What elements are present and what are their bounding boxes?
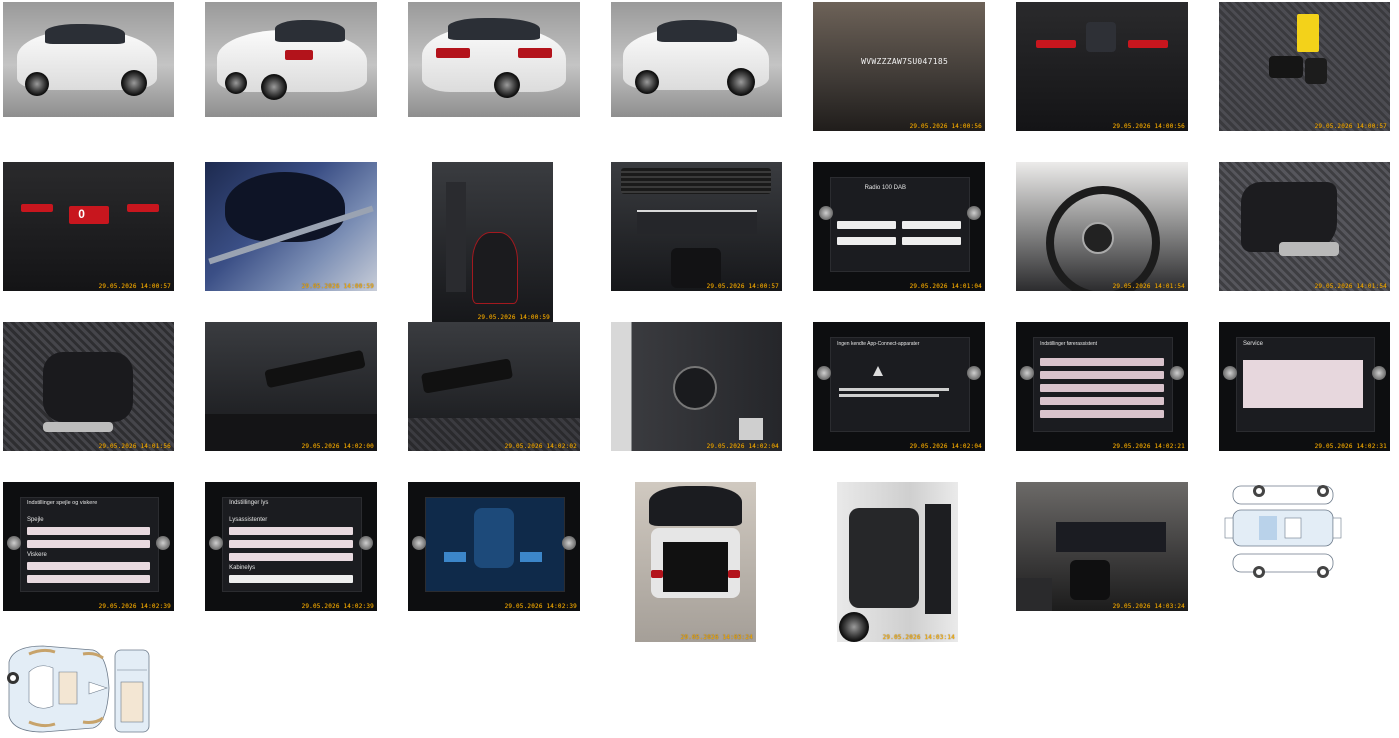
photo-stalk-right[interactable]: 29.05.2026 14:02:00 — [205, 322, 377, 451]
photo-climate-control[interactable]: 29.05.2026 14:00:57 — [611, 162, 782, 291]
photo-timestamp: 29.05.2026 14:03:24 — [1112, 603, 1185, 610]
photo-stalk-left[interactable]: 29.05.2026 14:02:02 — [408, 322, 580, 451]
photo-dashboard-overview[interactable]: 29.05.2026 14:03:24 — [1016, 482, 1188, 611]
photo-timestamp: 29.05.2026 14:02:31 — [1314, 443, 1387, 450]
photo-timestamp: 29.05.2026 14:00:56 — [909, 123, 982, 130]
screen-subheading: Viskere — [26, 551, 47, 558]
photo-timestamp: 29.05.2026 14:01:04 — [909, 283, 982, 290]
vin-text: WVWZZZAW7SU047185 — [861, 57, 949, 67]
photo-timestamp: 29.05.2026 14:02:04 — [706, 443, 779, 450]
photo-timestamp: 29.05.2026 14:03:24 — [680, 634, 753, 641]
photo-front-left[interactable] — [3, 2, 174, 117]
car-outline-icon — [1224, 485, 1342, 578]
photo-headliner-mirror[interactable]: 29.05.2026 14:00:59 — [205, 162, 377, 291]
photo-timestamp: 29.05.2026 14:02:02 — [504, 443, 577, 450]
photo-front-right[interactable] — [611, 2, 782, 117]
photo-rear[interactable] — [408, 2, 580, 117]
screen-title: Radio 100 DAB — [864, 185, 906, 192]
photo-timestamp: 29.05.2026 14:02:39 — [98, 603, 171, 610]
screen-subheading: Lysassistenter — [229, 516, 268, 523]
screen-subheading: Spejle — [26, 516, 44, 523]
cluster-speed: 0 — [78, 207, 85, 222]
damage-diagram-interior[interactable] — [3, 642, 153, 736]
photo-timestamp: 29.05.2026 14:02:04 — [909, 443, 982, 450]
photo-gear-selector[interactable]: 29.05.2026 14:00:59 — [432, 162, 553, 322]
photo-wheel-left-buttons[interactable]: 29.05.2026 14:01:56 — [3, 322, 174, 451]
photo-timestamp: 29.05.2026 14:01:54 — [1314, 283, 1387, 290]
screen-title: Indstillinger førerassistent — [1040, 341, 1098, 348]
photo-keys[interactable]: 29.05.2026 14:00:57 — [1219, 2, 1390, 131]
screen-subheading: Kabinelys — [229, 564, 256, 571]
screen-title: Indstillinger spejle og viskere — [26, 500, 98, 507]
screen-title: Indstillinger lys — [229, 500, 269, 507]
screen-title: Service — [1242, 341, 1263, 348]
photo-screen-climate[interactable]: 29.05.2026 14:02:39 — [408, 482, 580, 611]
photo-vin-windshield[interactable]: WVWZZZAW7SU047185 29.05.2026 14:00:56 — [813, 2, 985, 131]
photo-steering-wheel[interactable]: 29.05.2026 14:01:54 — [1016, 162, 1188, 291]
photo-timestamp: 29.05.2026 14:00:57 — [98, 283, 171, 290]
photo-timestamp: 29.05.2026 14:00:59 — [477, 314, 550, 321]
car-interior-outline-icon — [7, 645, 150, 733]
photo-light-switch[interactable]: 29.05.2026 14:02:04 — [611, 322, 782, 451]
photo-timestamp: 29.05.2026 14:02:21 — [1112, 443, 1185, 450]
photo-wheel-right-buttons[interactable]: 29.05.2026 14:01:54 — [1219, 162, 1390, 291]
damage-diagram-exterior[interactable] — [1219, 482, 1347, 580]
screen-title: Ingen kendte App-Connect-apparater — [837, 341, 920, 348]
photo-timestamp: 29.05.2026 14:00:59 — [301, 283, 374, 290]
photo-rear-left[interactable] — [205, 2, 377, 117]
photo-gallery: WVWZZZAW7SU047185 29.05.2026 14:00:56 29… — [0, 0, 1399, 738]
photo-instrument-cluster-top[interactable]: 29.05.2026 14:00:56 — [1016, 2, 1188, 131]
photo-timestamp: 29.05.2026 14:01:56 — [98, 443, 171, 450]
photo-screen-app-connect[interactable]: Ingen kendte App-Connect-apparater 29.05… — [813, 322, 985, 451]
photo-timestamp: 29.05.2026 14:00:56 — [1112, 123, 1185, 130]
photo-timestamp: 29.05.2026 14:02:39 — [301, 603, 374, 610]
photo-rear-seats[interactable]: 29.05.2026 14:03:14 — [837, 482, 958, 642]
photo-timestamp: 29.05.2026 14:03:14 — [882, 634, 955, 641]
photo-timestamp: 29.05.2026 14:02:39 — [504, 603, 577, 610]
photo-timestamp: 29.05.2026 14:00:57 — [1314, 123, 1387, 130]
photo-timestamp: 29.05.2026 14:02:00 — [301, 443, 374, 450]
photo-screen-mirrors[interactable]: Indstillinger spejle og viskere Spejle V… — [3, 482, 174, 611]
photo-screen-lights[interactable]: Indstillinger lys Lysassistenter Kabinel… — [205, 482, 377, 611]
photo-infotainment-radio[interactable]: Radio 100 DAB 29.05.2026 14:01:04 — [813, 162, 985, 291]
photo-timestamp: 29.05.2026 14:00:57 — [706, 283, 779, 290]
photo-instrument-cluster[interactable]: 0 29.05.2026 14:00:57 — [3, 162, 174, 291]
photo-screen-driver-assist[interactable]: Indstillinger førerassistent 29.05.2026 … — [1016, 322, 1188, 451]
photo-timestamp: 29.05.2026 14:01:54 — [1112, 283, 1185, 290]
photo-screen-service[interactable]: Service 29.05.2026 14:02:31 — [1219, 322, 1390, 451]
photo-trunk-open[interactable]: 29.05.2026 14:03:24 — [635, 482, 756, 642]
